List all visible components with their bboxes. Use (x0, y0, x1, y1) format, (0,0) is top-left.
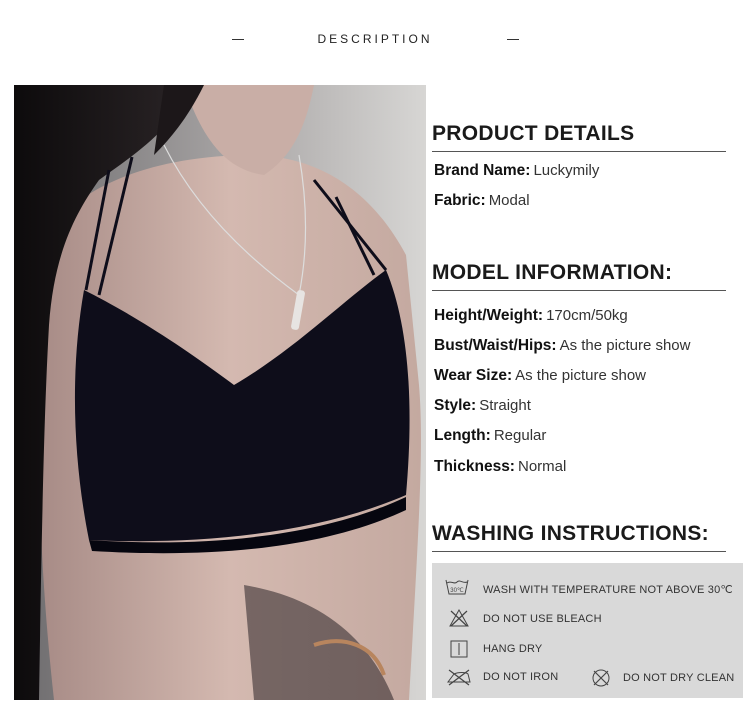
model-value: Regular (493, 427, 547, 444)
detail-fabric: Fabric: Modal (434, 192, 530, 210)
wash-30-icon-text: 30℃ (450, 588, 464, 594)
model-value: Normal (517, 458, 567, 475)
detail-label: Brand Name: (434, 162, 531, 179)
wash-instruction-text: WASH WITH TEMPERATURE NOT ABOVE 30℃ (483, 584, 733, 596)
model-wear-size: Wear Size: As the picture show (434, 367, 646, 385)
model-label: Wear Size: (434, 367, 513, 384)
model-value: As the picture show (559, 337, 691, 354)
no-bleach-icon (449, 609, 469, 627)
model-label: Height/Weight: (434, 307, 544, 324)
washing-instructions-title: WASHING INSTRUCTIONS: (432, 522, 726, 552)
model-label: Bust/Waist/Hips: (434, 337, 557, 354)
no-dry-clean-icon (592, 669, 610, 687)
model-information-title: MODEL INFORMATION: (432, 261, 726, 291)
model-length: Length: Regular (434, 427, 546, 445)
washing-instructions-section: WASHING INSTRUCTIONS: (432, 522, 726, 552)
no-iron-icon (447, 669, 471, 686)
model-style: Style: Straight (434, 397, 531, 415)
model-height-weight: Height/Weight: 170cm/50kg (434, 307, 628, 325)
model-information-section: MODEL INFORMATION: (432, 261, 726, 291)
wash-instruction-text: DO NOT DRY CLEAN (623, 672, 735, 684)
model-label: Length: (434, 427, 491, 444)
wash-instruction-text: DO NOT IRON (483, 671, 559, 683)
washing-instructions-panel: 30℃ WASH WITH TEMPERATURE NOT ABOVE 30℃ … (432, 563, 743, 698)
model-value: 170cm/50kg (546, 307, 628, 324)
detail-value: Modal (488, 192, 530, 209)
header-title: DESCRIPTION (317, 32, 433, 46)
detail-label: Fabric: (434, 192, 486, 209)
header-dash-right (507, 39, 519, 40)
product-photo (14, 85, 426, 700)
model-value: As the picture show (515, 367, 647, 384)
wash-instruction-text: DO NOT USE BLEACH (483, 613, 602, 625)
model-thickness: Thickness: Normal (434, 458, 566, 476)
product-details-title: PRODUCT DETAILS (432, 122, 726, 152)
model-label: Style: (434, 397, 477, 414)
model-label: Thickness: (434, 458, 515, 475)
wash-instruction-text: HANG DRY (483, 643, 543, 655)
model-value: Straight (479, 397, 531, 414)
header-dash-left (232, 39, 244, 40)
hang-dry-icon (450, 640, 468, 658)
model-bust-waist-hips: Bust/Waist/Hips: As the picture show (434, 337, 690, 355)
product-details-section: PRODUCT DETAILS (432, 122, 726, 152)
description-header: DESCRIPTION (0, 30, 753, 50)
wash-30-icon: 30℃ (445, 579, 469, 595)
detail-brand-name: Brand Name: Luckymily (434, 162, 599, 180)
detail-value: Luckymily (533, 162, 600, 179)
